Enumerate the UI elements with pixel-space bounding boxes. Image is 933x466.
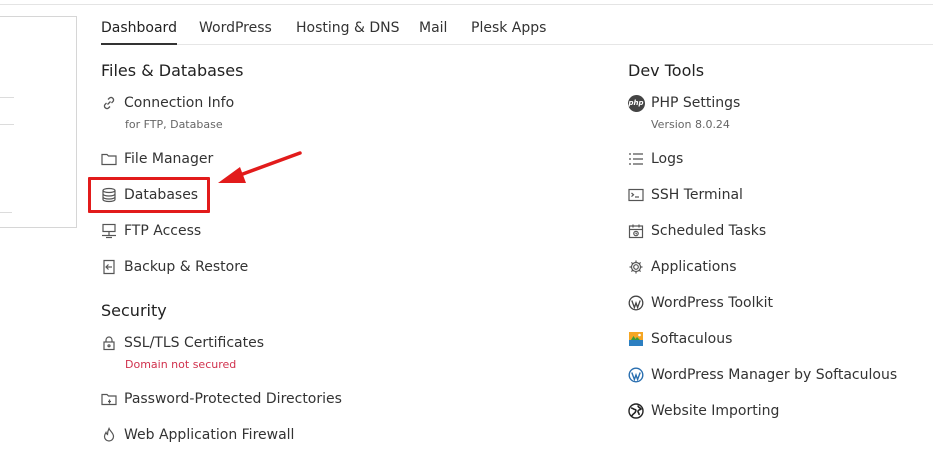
php-settings-label: PHP Settings <box>651 95 741 111</box>
ftp-access-label: FTP Access <box>124 223 202 239</box>
web-application-firewall-link[interactable]: Web Application Firewall <box>100 424 294 446</box>
tab-wordpress[interactable]: WordPress <box>199 20 272 45</box>
connection-info-subtitle: for FTP, Database <box>125 118 223 131</box>
php-settings-link[interactable]: php PHP Settings <box>627 92 740 114</box>
security-title: Security <box>101 301 167 320</box>
flame-icon <box>100 426 118 444</box>
wordpress-toolkit-link[interactable]: WordPress Toolkit <box>627 292 773 314</box>
globe-icon <box>627 402 645 420</box>
link-icon <box>100 94 118 112</box>
folder-icon <box>100 150 118 168</box>
ssh-terminal-label: SSH Terminal <box>651 187 743 203</box>
website-importing-label: Website Importing <box>651 403 780 419</box>
softaculous-link[interactable]: Softaculous <box>627 328 732 350</box>
php-icon-text: php <box>627 94 645 112</box>
website-importing-link[interactable]: Website Importing <box>627 400 779 422</box>
calendar-icon <box>627 222 645 240</box>
ssl-tls-link[interactable]: SSL/TLS Certificates <box>100 332 264 354</box>
files-databases-title: Files & Databases <box>101 61 244 80</box>
card-divider <box>0 97 14 98</box>
logs-link[interactable]: Logs <box>627 148 683 170</box>
dev-tools-title: Dev Tools <box>628 61 705 80</box>
card-divider <box>0 124 14 125</box>
tab-bar: Dashboard WordPress Hosting & DNS Mail P… <box>101 0 933 45</box>
wordpress-toolkit-label: WordPress Toolkit <box>651 295 773 311</box>
red-arrow-icon <box>218 151 302 183</box>
softaculous-label: Softaculous <box>651 331 733 347</box>
web-application-firewall-label: Web Application Firewall <box>124 427 295 443</box>
connection-info-link[interactable]: Connection Info <box>100 92 234 114</box>
php-version: Version 8.0.24 <box>651 118 730 131</box>
wordpress-manager-softaculous-link[interactable]: WordPress Manager by Softaculous <box>627 364 897 386</box>
scheduled-tasks-link[interactable]: Scheduled Tasks <box>627 220 766 242</box>
lock-icon <box>100 334 118 352</box>
tab-mail[interactable]: Mail <box>419 20 447 45</box>
ftp-icon <box>100 222 118 240</box>
password-protected-directories-link[interactable]: Password-Protected Directories <box>100 388 342 410</box>
scheduled-tasks-label: Scheduled Tasks <box>651 223 767 239</box>
terminal-icon <box>627 186 645 204</box>
backup-restore-label: Backup & Restore <box>124 259 249 275</box>
ssl-tls-label: SSL/TLS Certificates <box>124 335 264 351</box>
backup-icon <box>100 258 118 276</box>
connection-info-label: Connection Info <box>124 95 235 111</box>
applications-label: Applications <box>651 259 737 275</box>
backup-restore-link[interactable]: Backup & Restore <box>100 256 248 278</box>
databases-highlight-box <box>88 177 210 213</box>
wordpress-icon <box>627 366 645 384</box>
ssh-terminal-link[interactable]: SSH Terminal <box>627 184 743 206</box>
file-manager-label: File Manager <box>124 151 214 167</box>
gear-icon <box>627 258 645 276</box>
card-divider <box>0 212 12 213</box>
left-side-card <box>0 16 77 228</box>
locked-folder-icon <box>100 390 118 408</box>
applications-link[interactable]: Applications <box>627 256 737 278</box>
softaculous-icon <box>627 330 645 348</box>
password-protected-directories-label: Password-Protected Directories <box>124 391 342 407</box>
domain-not-secured-status: Domain not secured <box>125 358 237 371</box>
wordpress-manager-softaculous-label: WordPress Manager by Softaculous <box>651 367 898 383</box>
ftp-access-link[interactable]: FTP Access <box>100 220 201 242</box>
file-manager-link[interactable]: File Manager <box>100 148 213 170</box>
php-icon: php <box>627 94 645 112</box>
list-icon <box>627 150 645 168</box>
tab-dashboard[interactable]: Dashboard <box>101 20 177 45</box>
wordpress-icon <box>627 294 645 312</box>
logs-label: Logs <box>651 151 684 167</box>
tab-hosting-dns[interactable]: Hosting & DNS <box>296 20 399 45</box>
tab-plesk-apps[interactable]: Plesk Apps <box>471 20 546 45</box>
